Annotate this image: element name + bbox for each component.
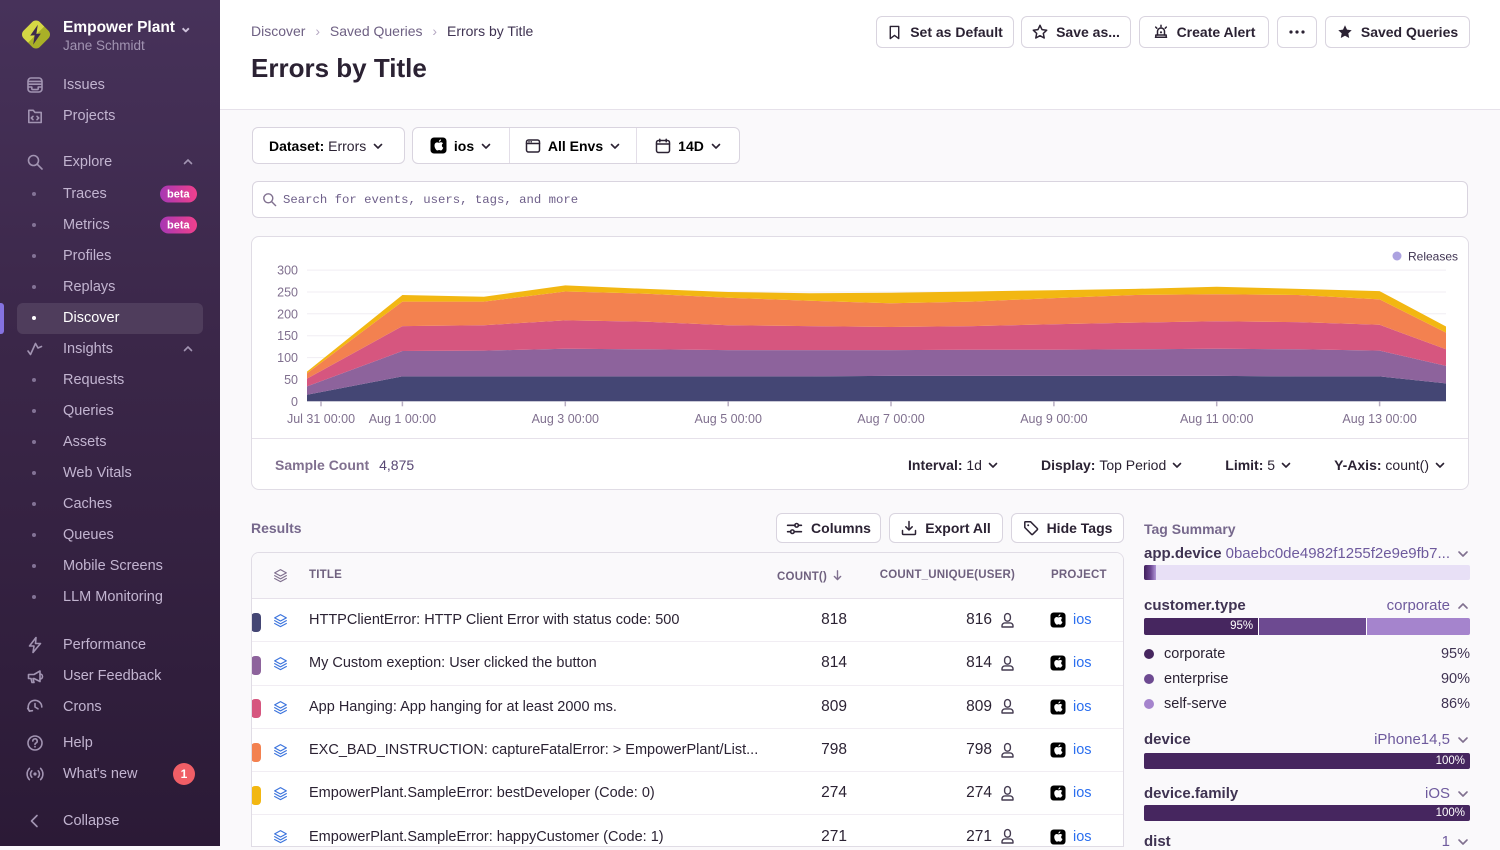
svg-text:Aug 3 00:00: Aug 3 00:00 — [532, 412, 599, 426]
svg-text:Aug 13 00:00: Aug 13 00:00 — [1342, 412, 1416, 426]
svg-text:200: 200 — [277, 307, 298, 321]
svg-text:300: 300 — [277, 264, 298, 278]
svg-text:250: 250 — [277, 286, 298, 300]
svg-text:150: 150 — [277, 329, 298, 343]
svg-text:Jul 31 00:00: Jul 31 00:00 — [287, 412, 355, 426]
svg-text:Aug 1 00:00: Aug 1 00:00 — [369, 412, 436, 426]
svg-text:100: 100 — [277, 351, 298, 365]
svg-text:Aug 5 00:00: Aug 5 00:00 — [694, 412, 761, 426]
svg-text:Aug 7 00:00: Aug 7 00:00 — [857, 412, 924, 426]
svg-text:Aug 9 00:00: Aug 9 00:00 — [1020, 412, 1087, 426]
svg-text:0: 0 — [291, 395, 298, 409]
svg-text:50: 50 — [284, 373, 298, 387]
svg-text:Aug 11 00:00: Aug 11 00:00 — [1180, 412, 1253, 426]
svg-text:Releases: Releases — [1408, 250, 1458, 264]
